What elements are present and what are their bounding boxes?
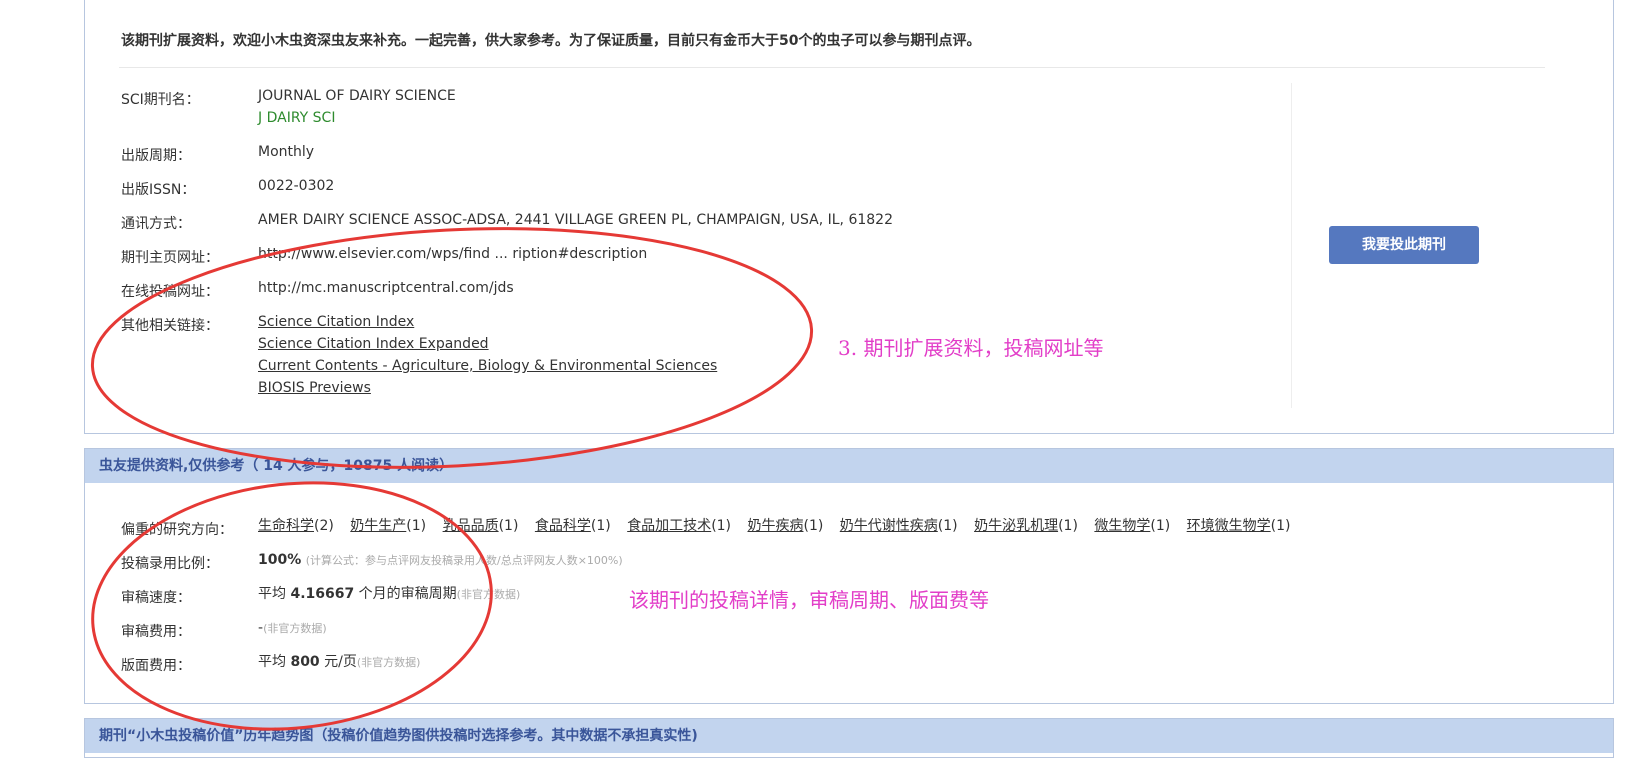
research-tag[interactable]: 生命科学(2) <box>258 518 334 534</box>
period-label: 出版周期： <box>121 148 191 164</box>
issn-value: 0022-0302 <box>258 178 335 194</box>
research-tag[interactable]: 奶牛代谢性疾病(1) <box>840 518 958 534</box>
notice-text: 该期刊扩展资料，欢迎小木虫资深虫友来补充。一起完善，供大家参考。为了保证质量，目… <box>121 33 981 49</box>
journal-full-name: JOURNAL OF DAIRY SCIENCE <box>258 88 456 104</box>
links-label: 其他相关链接： <box>121 318 219 334</box>
submit-url-label: 在线投稿网址： <box>121 284 219 300</box>
trend-header: 期刊“小木虫投稿价值”历年趋势图（投稿价值趋势图供投稿时选择参考。其中数据不承担… <box>85 719 1613 753</box>
speed-note: (非官方数据) <box>456 588 521 601</box>
vertical-divider <box>1291 83 1292 408</box>
submit-to-journal-button[interactable]: 我要投此期刊 <box>1329 226 1479 264</box>
link-biosis[interactable]: BIOSIS Previews <box>258 377 717 399</box>
period-value: Monthly <box>258 144 315 160</box>
homepage-label: 期刊主页网址： <box>121 250 219 266</box>
page-fee-suffix: 元/页 <box>324 654 357 670</box>
page-fee-prefix: 平均 <box>258 654 286 670</box>
research-tag[interactable]: 奶牛疾病(1) <box>747 518 823 534</box>
review-fee-note: (非官方数据) <box>263 622 327 635</box>
accept-label: 投稿录用比例： <box>121 556 219 572</box>
research-tags: 生命科学(2) 奶牛生产(1) 乳品品质(1) 食品科学(1) 食品加工技术(1… <box>258 515 1303 535</box>
contact-value: AMER DAIRY SCIENCE ASSOC-ADSA, 2441 VILL… <box>258 212 893 228</box>
journal-abbr: J DAIRY SCI <box>258 110 336 126</box>
research-tag[interactable]: 乳品品质(1) <box>443 518 519 534</box>
journal-name-value: JOURNAL OF DAIRY SCIENCE J DAIRY SCI <box>258 85 456 129</box>
divider <box>119 67 1545 68</box>
journal-name-label: SCI期刊名： <box>121 92 200 108</box>
issn-label: 出版ISSN： <box>121 182 196 198</box>
speed-suffix: 个月的审稿周期 <box>358 586 457 602</box>
annotation-extended-info: 3. 期刊扩展资料，投稿网址等 <box>838 336 1104 360</box>
speed-value: 4.16667 <box>290 586 355 602</box>
accept-value-row: 100% (计算公式：参与点评网友投稿录用人数/总点评网友人数×100%) <box>258 549 623 572</box>
research-label: 偏重的研究方向： <box>121 522 233 538</box>
related-links: Science Citation Index Science Citation … <box>258 311 717 399</box>
page-fee-label: 版面费用： <box>121 658 191 674</box>
page-fee-value: 800 <box>290 654 320 670</box>
accept-note: (计算公式：参与点评网友投稿录用人数/总点评网友人数×100%) <box>305 554 623 567</box>
link-sci[interactable]: Science Citation Index <box>258 311 717 333</box>
research-tag[interactable]: 食品加工技术(1) <box>627 518 731 534</box>
journal-info-panel: 该期刊扩展资料，欢迎小木虫资深虫友来补充。一起完善，供大家参考。为了保证质量，目… <box>84 0 1614 434</box>
link-scie[interactable]: Science Citation Index Expanded <box>258 333 717 355</box>
speed-value-row: 平均 4.16667 个月的审稿周期(非官方数据) <box>258 583 520 606</box>
speed-prefix: 平均 <box>258 586 286 602</box>
page-fee-note: (非官方数据) <box>356 656 421 669</box>
homepage-value[interactable]: http://www.elsevier.com/wps/find ... rip… <box>258 243 647 265</box>
trend-panel: 期刊“小木虫投稿价值”历年趋势图（投稿价值趋势图供投稿时选择参考。其中数据不承担… <box>84 718 1614 758</box>
contact-label: 通讯方式： <box>121 216 191 232</box>
annotation-submission-details: 该期刊的投稿详情，审稿周期、版面费等 <box>629 588 989 612</box>
user-info-panel: 虫友提供资料,仅供参考（ 14 人参与，10875 人阅读） 偏重的研究方向： … <box>84 448 1614 704</box>
user-info-header: 虫友提供资料,仅供参考（ 14 人参与，10875 人阅读） <box>85 449 1613 483</box>
research-tag[interactable]: 奶牛泌乳机理(1) <box>974 518 1078 534</box>
speed-label: 审稿速度： <box>121 590 191 606</box>
accept-value: 100% <box>258 552 302 568</box>
research-tag[interactable]: 食品科学(1) <box>535 518 611 534</box>
submit-url-value[interactable]: http://mc.manuscriptcentral.com/jds <box>258 277 514 299</box>
review-fee-label: 审稿费用： <box>121 624 191 640</box>
research-tag[interactable]: 环境微生物学(1) <box>1187 518 1291 534</box>
research-tag[interactable]: 奶牛生产(1) <box>350 518 426 534</box>
participant-count: （ 14 人参与，10875 人阅读） <box>244 458 454 474</box>
link-current-contents[interactable]: Current Contents - Agriculture, Biology … <box>258 355 717 377</box>
research-tag[interactable]: 微生物学(1) <box>1094 518 1170 534</box>
page-fee-row: 平均 800 元/页(非官方数据) <box>258 651 420 674</box>
user-info-title: 虫友提供资料,仅供参考 <box>99 458 245 474</box>
review-fee-row: -(非官方数据) <box>258 617 327 640</box>
